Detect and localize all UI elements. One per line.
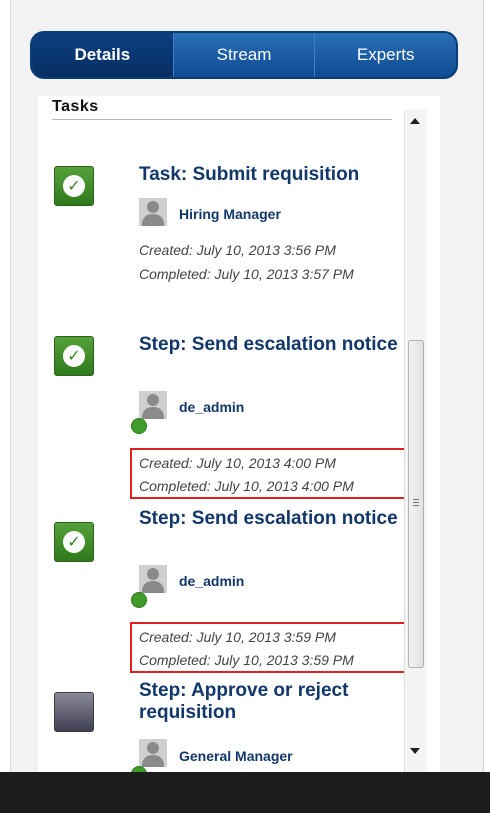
status-complete-icon: ✓: [54, 166, 94, 206]
tab-stream[interactable]: Stream: [174, 33, 316, 77]
section-title: Tasks: [52, 98, 392, 120]
tab-experts[interactable]: Experts: [315, 33, 456, 77]
completed-date: Completed: July 10, 2013 3:57 PM: [139, 266, 354, 282]
check-icon: ✓: [63, 175, 85, 197]
created-date: Created: July 10, 2013 4:00 PM: [139, 455, 336, 471]
online-status-icon: [131, 592, 147, 608]
vertical-scrollbar[interactable]: [404, 110, 427, 772]
check-icon: ✓: [63, 345, 85, 367]
task-owner[interactable]: Hiring Manager: [179, 206, 281, 222]
check-icon: ✓: [63, 531, 85, 553]
created-date: Created: July 10, 2013 3:56 PM: [139, 242, 336, 258]
pending-icon: [54, 692, 94, 732]
online-status-icon: [131, 418, 147, 434]
task-title[interactable]: Step: Approve or reject requisition: [139, 680, 409, 724]
task-title[interactable]: Step: Send escalation notice: [139, 334, 409, 356]
task-owner[interactable]: de_admin: [179, 573, 244, 589]
tasks-content: Tasks ✓ Task: Submit requisition Hiring …: [38, 96, 440, 772]
scroll-down-icon[interactable]: [410, 748, 420, 754]
status-complete-icon: ✓: [54, 336, 94, 376]
task-title[interactable]: Task: Submit requisition: [139, 164, 409, 186]
created-date: Created: July 10, 2013 3:59 PM: [139, 629, 336, 645]
task-title[interactable]: Step: Send escalation notice: [139, 508, 409, 530]
avatar: [139, 565, 167, 593]
tab-details[interactable]: Details: [32, 33, 174, 77]
bottom-bar: [0, 772, 490, 813]
task-owner[interactable]: de_admin: [179, 399, 244, 415]
scroll-up-icon[interactable]: [410, 118, 420, 124]
task-owner[interactable]: General Manager: [179, 748, 293, 764]
completed-date: Completed: July 10, 2013 4:00 PM: [139, 478, 354, 494]
tab-bar: Details Stream Experts: [30, 31, 458, 79]
scroll-thumb[interactable]: [408, 340, 424, 668]
completed-date: Completed: July 10, 2013 3:59 PM: [139, 652, 354, 668]
avatar: [139, 739, 167, 767]
avatar: [139, 198, 167, 226]
avatar: [139, 391, 167, 419]
status-complete-icon: ✓: [54, 522, 94, 562]
